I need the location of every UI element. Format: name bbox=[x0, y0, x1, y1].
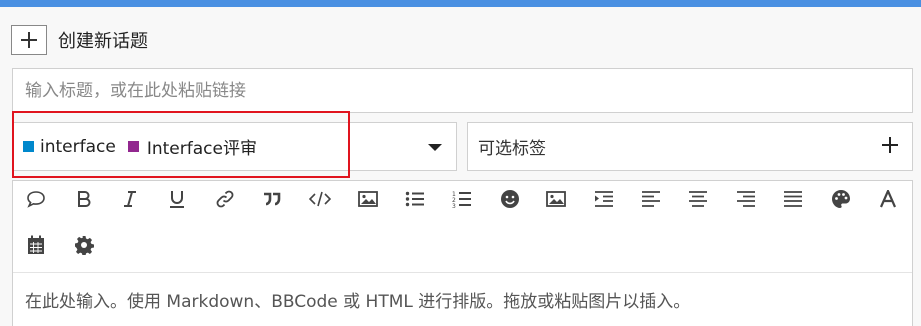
gear-icon[interactable] bbox=[69, 230, 99, 260]
toolbar-row-2 bbox=[13, 230, 914, 274]
underline-icon[interactable] bbox=[162, 184, 192, 214]
subcategory-item: Interface评审 bbox=[127, 134, 257, 159]
bold-icon[interactable] bbox=[69, 184, 99, 214]
code-icon[interactable] bbox=[305, 184, 335, 214]
font-icon[interactable] bbox=[873, 184, 903, 214]
blockquote-icon[interactable] bbox=[257, 184, 287, 214]
numbered-list-icon[interactable]: 123 bbox=[447, 184, 477, 214]
plus-icon bbox=[21, 32, 37, 48]
indent-icon[interactable] bbox=[589, 184, 619, 214]
align-center-icon[interactable] bbox=[683, 184, 713, 214]
category-color-swatch bbox=[23, 141, 34, 152]
editor-textarea[interactable] bbox=[13, 273, 912, 326]
category-label: interface bbox=[40, 136, 116, 157]
tags-input[interactable]: 可选标签 bbox=[467, 122, 913, 171]
topic-title-input[interactable] bbox=[12, 68, 913, 113]
link-icon[interactable] bbox=[210, 184, 240, 214]
quote-bubble-icon[interactable] bbox=[21, 184, 51, 214]
bullet-list-icon[interactable] bbox=[400, 184, 430, 214]
palette-icon[interactable] bbox=[826, 184, 856, 214]
subcategory-label: Interface评审 bbox=[146, 139, 257, 159]
calendar-icon[interactable] bbox=[21, 230, 51, 260]
toolbar-row-1: 123 bbox=[13, 184, 914, 228]
image-icon[interactable] bbox=[353, 184, 383, 214]
category-select[interactable]: interface Interface评审 bbox=[12, 122, 457, 171]
subcategory-color-swatch bbox=[127, 141, 139, 152]
align-right-icon[interactable] bbox=[731, 184, 761, 214]
plus-icon[interactable] bbox=[881, 133, 899, 159]
page-title: 创建新话题 bbox=[58, 31, 148, 52]
create-topic-button[interactable] bbox=[11, 25, 47, 55]
top-accent-bar bbox=[0, 0, 921, 7]
upload-image-icon[interactable] bbox=[541, 184, 571, 214]
align-left-icon[interactable] bbox=[636, 184, 666, 214]
composer-header: 创建新话题 bbox=[11, 25, 148, 55]
align-justify-icon[interactable] bbox=[778, 184, 808, 214]
tags-placeholder: 可选标签 bbox=[478, 139, 546, 159]
caret-down-icon[interactable] bbox=[428, 144, 442, 151]
editor: 123 bbox=[12, 180, 913, 326]
emoji-icon[interactable] bbox=[495, 184, 525, 214]
italic-icon[interactable] bbox=[115, 184, 145, 214]
svg-text:3: 3 bbox=[452, 203, 456, 208]
